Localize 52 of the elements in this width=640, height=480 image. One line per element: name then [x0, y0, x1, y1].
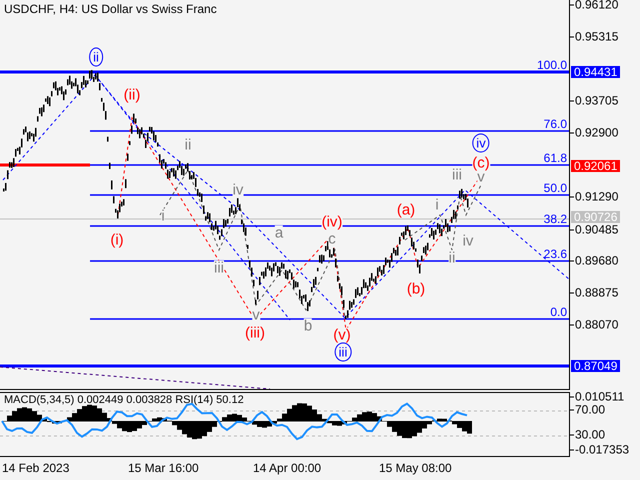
- wave-label: iii: [452, 168, 462, 182]
- price-tick-label: 0.92900: [570, 128, 618, 138]
- price-marker: 0.94431: [571, 66, 620, 78]
- wave-label: i: [435, 198, 439, 212]
- price-marker: 0.92061: [571, 160, 620, 172]
- fibonacci-level-label: 0.0: [550, 306, 567, 318]
- fibonacci-level-label: 100.0: [536, 59, 567, 71]
- wave-label: ii: [89, 48, 103, 66]
- time-tick-label: 15 Mar 16:00: [128, 461, 199, 475]
- wave-label: ii: [184, 138, 192, 152]
- time-tick-label: 14 Feb 2023: [2, 461, 70, 475]
- price-tick-label: 0.96120: [570, 0, 618, 10]
- indicator-tick-label: 0.010511: [570, 392, 624, 402]
- price-marker: 0.87049: [571, 360, 620, 372]
- wave-label: (iv): [322, 214, 342, 230]
- time-tick-label: 14 Apr 00:00: [253, 461, 322, 475]
- chart-title: USDCHF, H4: US Dollar vs Swiss Franc: [4, 2, 217, 16]
- wave-label: (iii): [245, 326, 265, 340]
- time-tick-label: 15 May 08:00: [379, 461, 452, 475]
- wave-label: iii: [214, 260, 224, 276]
- fibonacci-level-label: 61.8: [544, 152, 567, 164]
- price-tick-label: 0.95315: [570, 32, 618, 42]
- price-tick-label: 0.90485: [570, 224, 618, 236]
- indicator-label: MACD(5,34,5) 0.002449 0.003828 RSI(14) 50.12: [4, 394, 244, 406]
- wave-label: (a): [396, 202, 416, 218]
- wave-label: i: [161, 208, 165, 224]
- wave-label: (c): [472, 156, 490, 170]
- wave-label: a: [274, 226, 284, 240]
- fibonacci-level-label: 50.0: [544, 182, 567, 194]
- wave-label: (ii): [124, 88, 140, 102]
- fibonacci-level-label: 38.2: [544, 213, 567, 225]
- wave-label: v: [477, 170, 485, 184]
- indicator-tick-label: 30.00: [570, 430, 606, 440]
- price-tick-label: 0.93705: [570, 96, 618, 106]
- indicator-tick-label: 70.00: [570, 404, 606, 416]
- fibonacci-level-label: 23.6: [544, 248, 567, 260]
- wave-label: iv: [472, 134, 490, 152]
- wave-label: iv: [462, 234, 474, 248]
- wave-label: (b): [406, 282, 426, 296]
- wave-label: (i): [110, 232, 124, 248]
- wave-label: ii: [448, 250, 456, 266]
- price-tick-label: 0.88070: [570, 320, 618, 330]
- price-tick-label: 0.91290: [570, 192, 618, 202]
- price-tick-label: 0.88875: [570, 288, 618, 298]
- fibonacci-level-label: 76.0: [544, 118, 567, 130]
- price-tick-label: 0.89680: [570, 256, 618, 266]
- indicator-tick-label: -0.017353: [570, 444, 630, 456]
- wave-label: b: [304, 318, 312, 334]
- wave-label: iii: [334, 342, 352, 362]
- wave-label: iv: [232, 182, 244, 198]
- price-marker: 0.90726: [571, 211, 620, 223]
- wave-label: (v): [333, 328, 351, 342]
